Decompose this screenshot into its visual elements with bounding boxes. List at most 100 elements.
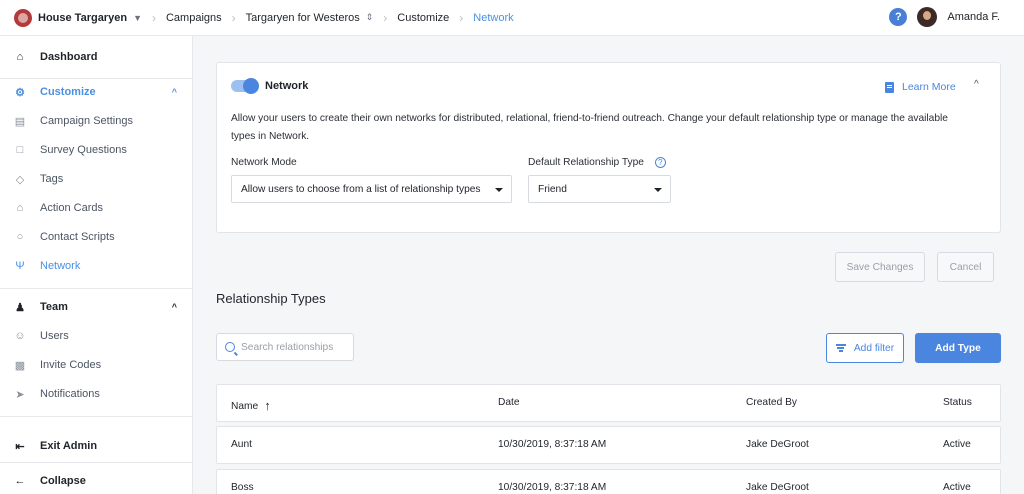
sidebar-item-label: Dashboard — [40, 51, 98, 63]
network-mode-label: Network Mode — [231, 157, 297, 168]
avatar[interactable] — [917, 7, 938, 27]
divider — [0, 78, 193, 79]
learn-more-label: Learn More — [902, 81, 956, 93]
sidebar-item-label: Team — [40, 301, 68, 313]
caret-down-icon — [495, 188, 503, 192]
sidebar-item-team[interactable]: ♟ Team ^ — [0, 295, 193, 319]
users-icon: ☺ — [14, 330, 26, 342]
breadcrumb-separator-icon: › — [459, 10, 464, 25]
sidebar-item-action-cards[interactable]: ⌂ Action Cards — [0, 196, 193, 220]
chat-bubble-icon: ○ — [16, 231, 24, 243]
home-icon: ⌂ — [16, 51, 24, 63]
org-name: House Targaryen — [38, 11, 128, 24]
sidebar-item-invite-codes[interactable]: ▩ Invite Codes — [0, 353, 193, 377]
breadcrumb-campaigns[interactable]: Campaigns — [166, 12, 222, 24]
network-mode-select[interactable]: Allow users to choose from a list of rel… — [231, 175, 512, 203]
clipboard-icon: □ — [16, 144, 24, 156]
sidebar-item-label: Users — [40, 330, 69, 342]
network-settings-card: Network Learn More ^ Allow your users to… — [216, 62, 1001, 233]
sidebar-item-label: Collapse — [40, 475, 86, 487]
qr-code-icon: ▩ — [14, 359, 26, 372]
divider — [0, 462, 193, 463]
question-mark-icon[interactable]: ? — [654, 157, 666, 168]
breadcrumb-separator-icon: › — [231, 10, 236, 25]
chevron-down-icon: ▼ — [133, 12, 142, 23]
column-header-date[interactable]: Date — [498, 397, 520, 408]
paper-plane-icon: ➤ — [15, 388, 25, 401]
table-header: Name ↑ Date Created By Status — [216, 384, 1001, 422]
sidebar-item-contact-scripts[interactable]: ○ Contact Scripts — [0, 225, 193, 249]
column-header-created-by[interactable]: Created By — [746, 397, 797, 408]
sidebar-item-label: Tags — [40, 173, 64, 185]
sidebar-item-users[interactable]: ☺ Users — [0, 324, 193, 348]
house-sigil-icon — [14, 8, 32, 27]
sidebar-item-network[interactable]: Ψ Network — [0, 254, 193, 278]
cell-name: Boss — [231, 482, 254, 493]
column-header-name[interactable]: Name ↑ — [231, 397, 271, 413]
help-icon[interactable]: ? — [889, 8, 908, 26]
arrow-left-icon: ← — [14, 475, 26, 487]
toggle-knob — [243, 78, 259, 94]
network-icon: Ψ — [15, 260, 25, 272]
sidebar-item-notifications[interactable]: ➤ Notifications — [0, 382, 193, 406]
sidebar-item-dashboard[interactable]: ⌂ Dashboard — [0, 45, 193, 69]
default-type-label-text: Default Relationship Type — [528, 157, 644, 169]
breadcrumb-customize-label: Customize — [397, 11, 450, 24]
default-relationship-type-select[interactable]: Friend — [528, 175, 671, 203]
caret-down-icon — [654, 188, 662, 192]
card-title: Network — [265, 80, 309, 92]
breadcrumb-customize[interactable]: Customize — [397, 12, 449, 24]
exit-admin-button[interactable]: ⇤ Exit Admin — [0, 434, 193, 458]
table-row[interactable]: Aunt 10/30/2019, 8:37:18 AM Jake DeGroot… — [216, 426, 1001, 464]
sidebar-item-label: Contact Scripts — [40, 231, 115, 243]
campaign-switcher[interactable]: Targaryen for Westeros ⇕ — [246, 12, 374, 24]
cell-date: 10/30/2019, 8:37:18 AM — [498, 482, 607, 493]
sidebar-item-campaign-settings[interactable]: ▤ Campaign Settings — [0, 109, 193, 133]
chevron-up-icon: ^ — [171, 302, 177, 312]
sidebar-item-label: Notifications — [40, 388, 100, 400]
house-outline-icon: ⌂ — [16, 202, 24, 214]
cell-created-by: Jake DeGroot — [746, 482, 809, 493]
user-name[interactable]: Amanda F. — [947, 11, 1000, 23]
breadcrumb-current: Network — [473, 12, 513, 24]
cell-name: Aunt — [231, 439, 252, 450]
cell-status: Active — [943, 482, 971, 493]
sort-ascending-icon[interactable]: ↑ — [264, 398, 271, 413]
breadcrumb-separator-icon: › — [151, 10, 156, 25]
default-type-value: Friend — [538, 183, 567, 195]
add-filter-label: Add filter — [853, 342, 895, 354]
gear-icon: ⚙ — [15, 86, 25, 99]
network-enabled-toggle[interactable] — [231, 78, 259, 94]
chevron-up-icon[interactable]: ^ — [974, 79, 979, 90]
table-row[interactable]: Boss 10/30/2019, 8:37:18 AM Jake DeGroot… — [216, 469, 1001, 494]
learn-more-link[interactable]: Learn More — [885, 81, 956, 93]
default-relationship-type-label: Default Relationship Type ? — [528, 157, 666, 168]
add-type-button[interactable]: Add Type — [915, 333, 1001, 363]
column-header-status[interactable]: Status — [943, 397, 972, 408]
sidebar-item-label: Customize — [40, 86, 96, 98]
add-filter-button[interactable]: Add filter — [826, 333, 904, 363]
section-title: Relationship Types — [216, 291, 326, 306]
org-switcher[interactable]: House Targaryen ▼ — [14, 8, 142, 27]
book-icon — [885, 81, 894, 93]
filter-icon — [835, 344, 846, 352]
cell-date: 10/30/2019, 8:37:18 AM — [498, 439, 607, 450]
sidebar-item-label: Survey Questions — [40, 144, 127, 156]
sidebar-item-label: Campaign Settings — [40, 115, 133, 127]
sidebar-item-customize[interactable]: ⚙ Customize ^ — [0, 80, 193, 104]
search-input[interactable]: Search relationships — [216, 333, 354, 361]
sidebar-item-tags[interactable]: ◇ Tags — [0, 167, 193, 191]
tag-icon: ◇ — [15, 173, 25, 186]
save-changes-button[interactable]: Save Changes — [835, 252, 925, 282]
sidebar-item-survey-questions[interactable]: □ Survey Questions — [0, 138, 193, 162]
cancel-button[interactable]: Cancel — [937, 252, 994, 282]
sidebar-item-label: Exit Admin — [40, 440, 98, 452]
team-icon: ♟ — [15, 301, 25, 314]
collapse-sidebar-button[interactable]: ← Collapse — [0, 469, 193, 493]
breadcrumb-separator-icon: › — [383, 10, 388, 25]
breadcrumb-campaigns-label: Campaigns — [165, 11, 222, 24]
campaign-name: Targaryen for Westeros — [245, 11, 360, 24]
exit-icon: ⇤ — [15, 440, 25, 453]
column-header-label: Name — [231, 401, 259, 412]
cell-created-by: Jake DeGroot — [746, 439, 809, 450]
